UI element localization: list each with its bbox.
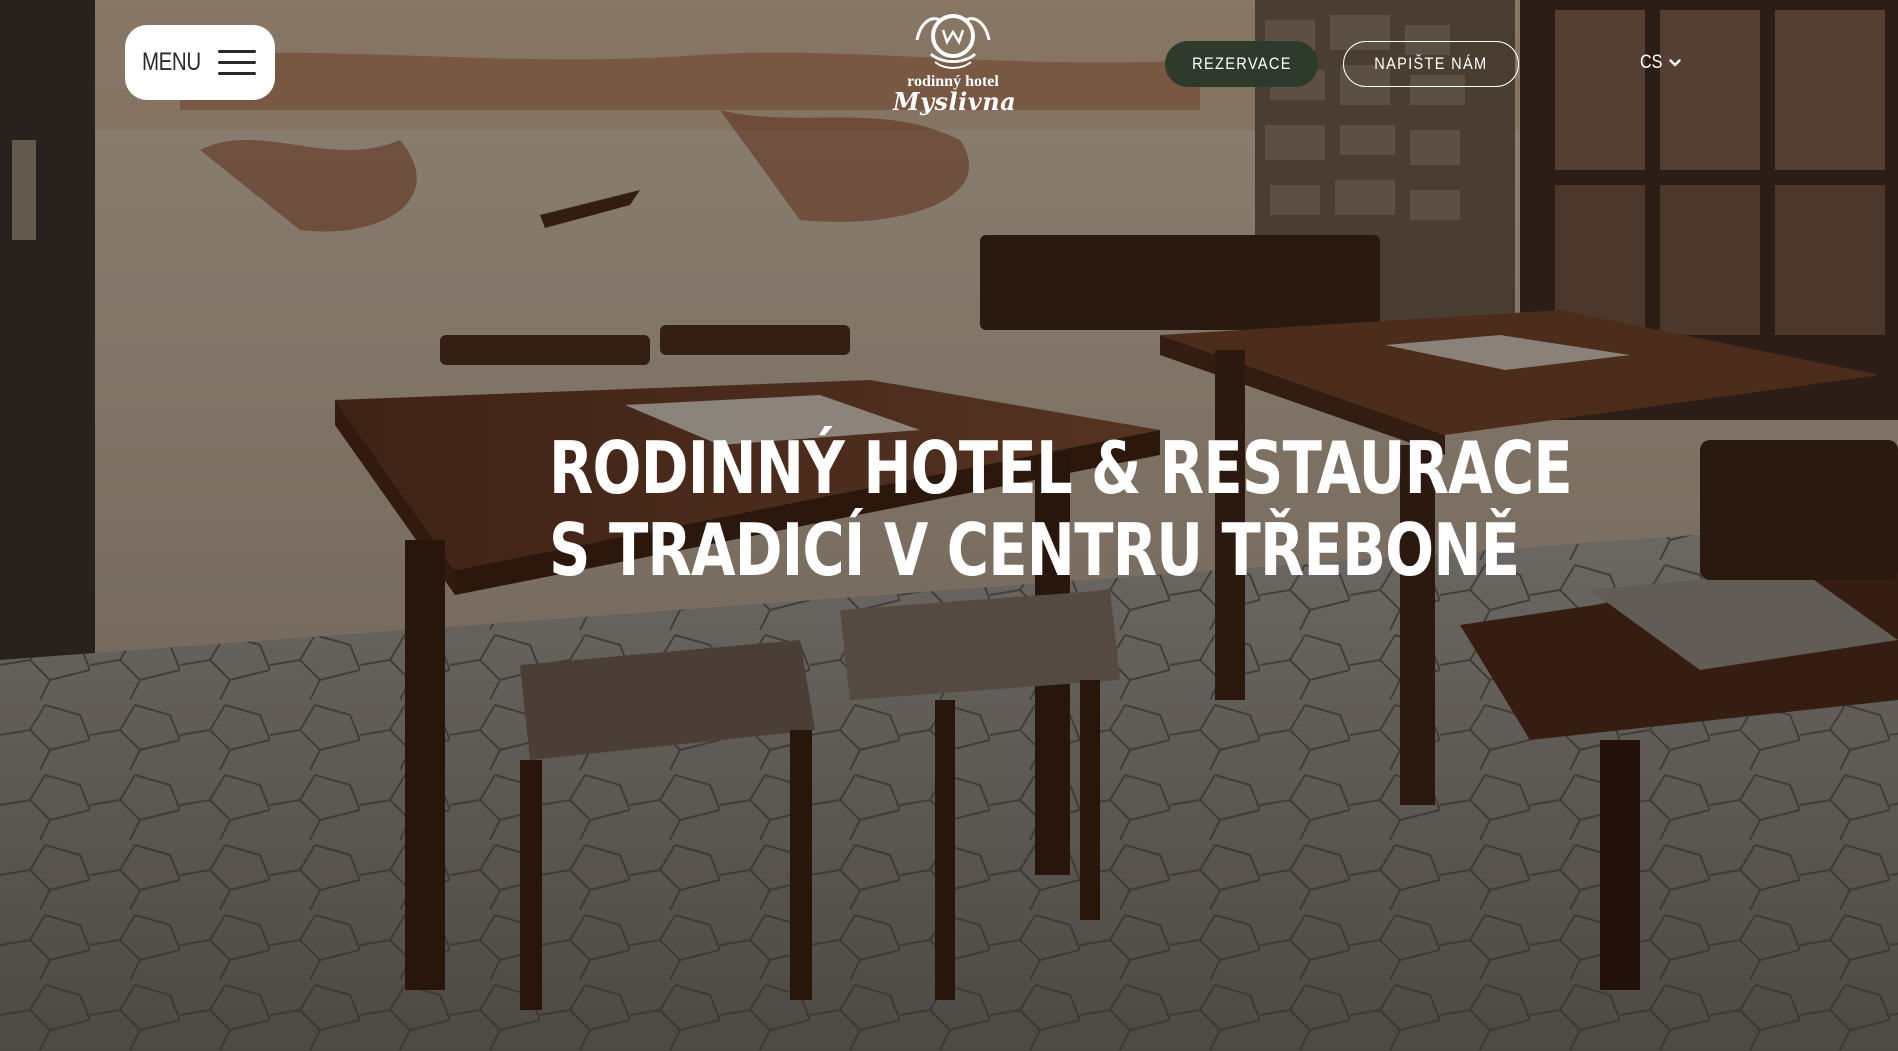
hotel-logo[interactable]: rodinný hotel Myslivna [893, 10, 1016, 114]
headline-line-1: RODINNÝ HOTEL & RESTAURACE [549, 426, 1573, 510]
hunting-horn-emblem-icon [915, 14, 991, 69]
contact-label: NAPIŠTE NÁM [1374, 54, 1488, 73]
hero-headline: RODINNÝ HOTEL & RESTAURACE S TRADICÍ V C… [449, 426, 1573, 592]
menu-label: MENU [142, 48, 201, 76]
language-selector[interactable]: CS [1638, 50, 1682, 76]
reservation-button[interactable]: REZERVACE [1165, 41, 1318, 87]
hamburger-icon [218, 49, 256, 77]
reservation-label: REZERVACE [1191, 54, 1292, 73]
chevron-down-icon [1669, 59, 1682, 67]
headline-line-2: S TRADICÍ V CENTRU TŘEBONĚ [549, 508, 1520, 592]
language-code: CS [1639, 52, 1663, 73]
contact-us-button[interactable]: NAPIŠTE NÁM [1343, 41, 1519, 87]
logo-name: Myslivna [893, 87, 1017, 116]
menu-button[interactable]: MENU [125, 25, 275, 100]
